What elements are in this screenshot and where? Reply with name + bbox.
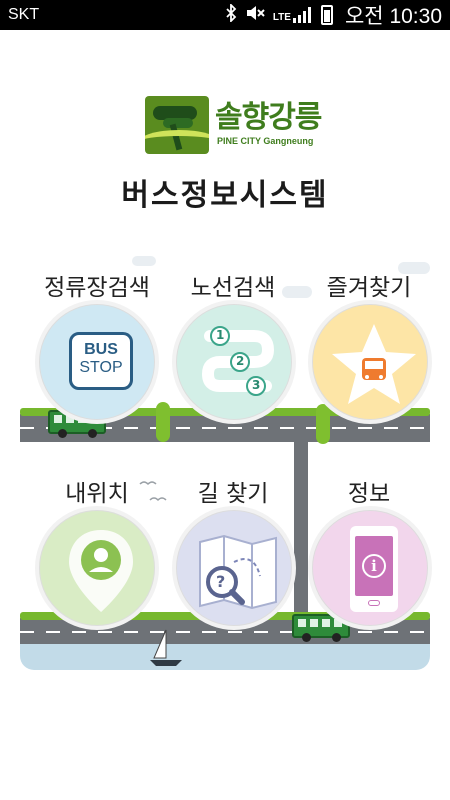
stop-search-button[interactable]: BUS STOP xyxy=(35,300,159,424)
map-search-icon xyxy=(199,534,277,610)
tree-decoration xyxy=(156,402,170,442)
menu-label-my-location: 내위치 xyxy=(65,481,129,507)
connecting-road xyxy=(294,430,308,630)
lte-signal-icon: LTE xyxy=(273,7,313,23)
cloud-decoration xyxy=(132,256,156,266)
route-step-3: 3 xyxy=(252,378,261,392)
bus-stop-icon: BUS STOP xyxy=(69,332,133,390)
river xyxy=(20,644,430,670)
my-location-icon xyxy=(69,530,133,612)
carrier-label: SKT xyxy=(8,6,40,23)
network-type-label: LTE xyxy=(272,12,291,23)
bluetooth-icon xyxy=(225,2,237,26)
logo-title: 솔향강릉 xyxy=(215,100,322,135)
clock: 오전 10:30 xyxy=(344,5,442,28)
info-button[interactable]: i xyxy=(308,506,432,630)
menu-label-directions: 길 찾기 xyxy=(197,481,269,507)
info-symbol: i xyxy=(362,554,386,578)
menu-label-favorites: 즐겨찾기 xyxy=(326,275,412,301)
status-bar: SKT LTE 오전 10:30 xyxy=(0,0,450,30)
menu-label-route-search: 노선검색 xyxy=(190,275,276,301)
app-title: 버스정보시스템 xyxy=(121,178,329,213)
pine-tree-logo-icon xyxy=(145,96,209,154)
city-logo: 솔향강릉 PINE CITY Gangneung xyxy=(145,92,325,158)
info-phone-icon: i xyxy=(350,526,398,612)
route-search-button[interactable]: 1 2 3 xyxy=(172,300,296,424)
bus-stop-text-bottom: STOP xyxy=(79,359,123,376)
route-step-1: 1 xyxy=(216,328,225,342)
route-step-2: 2 xyxy=(236,354,245,368)
my-location-button[interactable] xyxy=(35,506,159,630)
tree-decoration xyxy=(316,404,330,444)
bus-stop-text-top: BUS xyxy=(84,341,118,358)
menu-label-stop-search: 정류장검색 xyxy=(44,275,150,301)
menu-label-info: 정보 xyxy=(347,481,391,507)
battery-icon xyxy=(320,5,333,25)
directions-button[interactable]: ? xyxy=(172,506,296,630)
sailboat-icon xyxy=(150,629,182,666)
favorites-button[interactable] xyxy=(308,300,432,424)
directions-question-mark: ? xyxy=(216,572,226,591)
mute-icon xyxy=(245,4,265,26)
logo-subtitle: PINE CITY Gangneung xyxy=(217,136,314,146)
star-icon xyxy=(332,324,416,404)
